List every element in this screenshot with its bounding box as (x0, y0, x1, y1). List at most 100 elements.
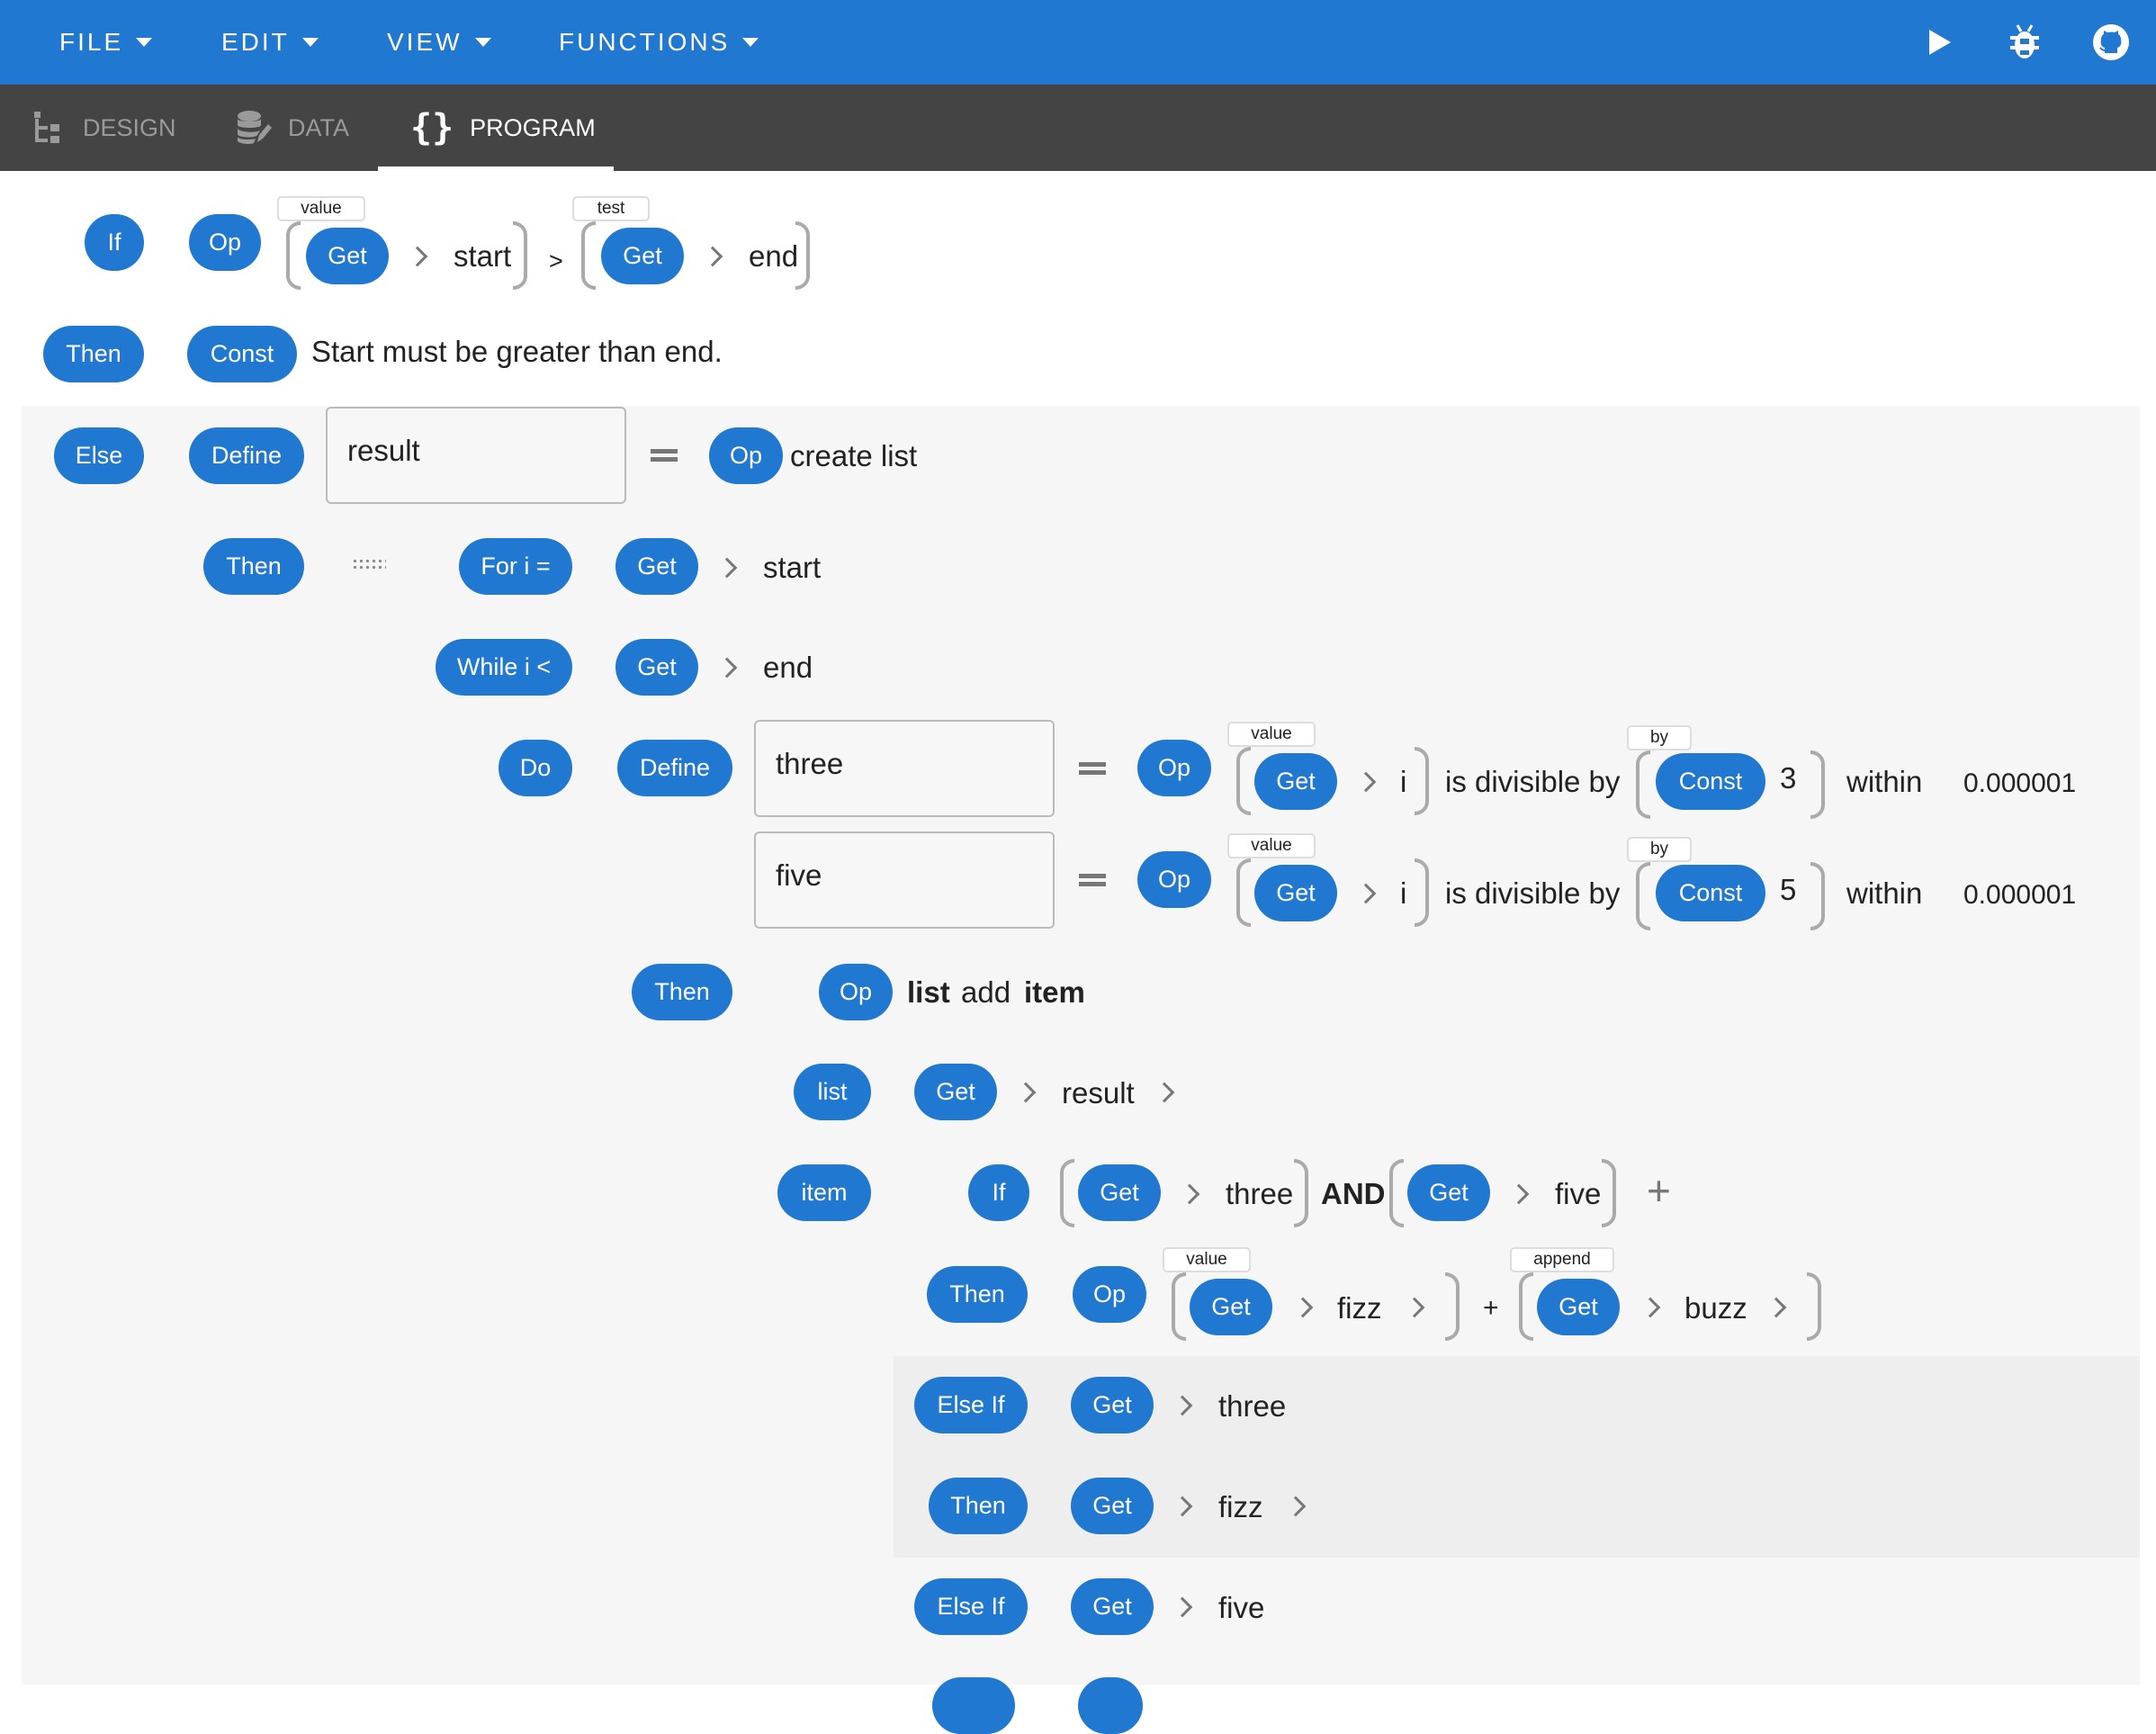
debug-button[interactable] (2003, 21, 2046, 64)
op-text[interactable]: create list (790, 438, 917, 474)
chevron-right-icon[interactable] (1359, 884, 1371, 903)
tab-program[interactable]: {} PROGRAM (410, 85, 596, 171)
drag-handle-icon[interactable] (352, 558, 386, 571)
then-keyword[interactable]: Then (929, 1478, 1028, 1534)
const-text[interactable]: Start must be greater than end. (311, 334, 723, 370)
op-text[interactable]: is divisible by (1445, 764, 1620, 800)
then-keyword-partial[interactable] (932, 1677, 1015, 1734)
define-block[interactable]: Define (617, 740, 732, 796)
op-block[interactable]: Op (819, 964, 893, 1020)
else-if-keyword[interactable]: Else If (914, 1377, 1028, 1433)
chevron-right-icon[interactable] (1359, 772, 1371, 792)
chevron-right-icon[interactable] (1157, 1083, 1170, 1102)
const-value[interactable]: 3 (1780, 760, 1796, 796)
chevron-right-icon[interactable] (720, 558, 732, 578)
variable-name[interactable]: fizz (1218, 1489, 1263, 1525)
chevron-right-icon[interactable] (705, 247, 718, 266)
variable-name[interactable]: end (763, 650, 813, 686)
run-button[interactable] (1918, 21, 1962, 64)
chevron-right-icon[interactable] (1182, 1184, 1195, 1204)
and-operator[interactable]: AND (1321, 1176, 1386, 1212)
github-button[interactable] (2089, 21, 2133, 64)
get-block[interactable]: Get (1078, 1164, 1161, 1221)
const-block[interactable]: Const (1656, 865, 1765, 921)
define-block[interactable]: Define (189, 427, 304, 484)
get-block[interactable]: Get (1537, 1279, 1620, 1335)
menu-file[interactable]: FILE (59, 0, 153, 85)
variable-name[interactable]: result (1062, 1075, 1135, 1111)
get-block[interactable]: Get (1071, 1578, 1154, 1635)
variable-name[interactable]: three (1218, 1388, 1286, 1424)
get-block[interactable]: Get (1254, 865, 1337, 921)
chevron-right-icon[interactable] (1289, 1496, 1301, 1516)
do-keyword[interactable]: Do (499, 740, 572, 796)
chevron-right-icon[interactable] (1643, 1298, 1656, 1317)
menu-edit[interactable]: EDIT (221, 0, 319, 85)
chevron-right-icon[interactable] (720, 658, 732, 678)
menu-functions[interactable]: FUNCTIONS (559, 0, 759, 85)
op-block[interactable]: Op (1073, 1266, 1146, 1323)
variable-name[interactable]: three (1226, 1176, 1293, 1212)
variable-name-input[interactable]: five (754, 831, 1055, 929)
variable-name[interactable]: start (454, 238, 511, 274)
tab-design[interactable]: DESIGN (32, 85, 176, 171)
get-block[interactable]: Get (1071, 1478, 1154, 1534)
variable-name[interactable]: fizz (1337, 1290, 1382, 1326)
variable-name-input[interactable]: three (754, 720, 1055, 817)
get-block-partial[interactable] (1078, 1677, 1143, 1734)
then-keyword[interactable]: Then (203, 538, 304, 595)
operator[interactable]: > (549, 243, 563, 279)
tolerance-value[interactable]: 0.000001 (1963, 766, 2076, 802)
list-param[interactable]: list (794, 1064, 871, 1120)
variable-name[interactable]: i (1400, 764, 1406, 800)
op-block[interactable]: Op (1137, 740, 1211, 796)
get-block[interactable]: Get (615, 538, 698, 595)
chevron-right-icon[interactable] (1512, 1184, 1524, 1204)
chevron-right-icon[interactable] (1769, 1298, 1782, 1317)
op-name[interactable]: add (961, 975, 1011, 1011)
item-param[interactable]: item (777, 1164, 871, 1221)
then-keyword[interactable]: Then (43, 326, 144, 382)
get-block[interactable]: Get (914, 1064, 997, 1120)
get-block[interactable]: Get (1190, 1279, 1272, 1335)
chevron-right-icon[interactable] (1296, 1298, 1308, 1317)
get-block[interactable]: Get (1407, 1164, 1490, 1221)
get-block[interactable]: Get (1254, 753, 1337, 810)
chevron-right-icon[interactable] (1175, 1396, 1188, 1415)
variable-name[interactable]: i (1400, 876, 1406, 912)
variable-name[interactable]: buzz (1684, 1290, 1747, 1326)
const-block[interactable]: Const (1656, 753, 1765, 810)
op-block[interactable]: Op (709, 427, 783, 484)
get-block[interactable]: Get (615, 639, 698, 696)
while-keyword[interactable]: While i < (436, 639, 572, 696)
if-keyword[interactable]: If (85, 214, 144, 271)
then-keyword[interactable]: Then (927, 1266, 1028, 1323)
for-keyword[interactable]: For i = (459, 538, 572, 595)
else-keyword[interactable]: Else (54, 427, 144, 484)
variable-name[interactable]: five (1218, 1590, 1264, 1626)
variable-name-input[interactable]: result (326, 407, 626, 504)
const-value[interactable]: 5 (1780, 872, 1796, 908)
get-block[interactable]: Get (1071, 1377, 1154, 1433)
if-keyword[interactable]: If (968, 1164, 1029, 1221)
tab-data[interactable]: DATA (236, 85, 349, 171)
add-condition-button[interactable]: + (1647, 1166, 1671, 1215)
chevron-right-icon[interactable] (1407, 1298, 1420, 1317)
menu-view[interactable]: VIEW (387, 0, 491, 85)
variable-name[interactable]: five (1555, 1176, 1601, 1212)
chevron-right-icon[interactable] (1019, 1083, 1031, 1102)
plus-operator[interactable]: + (1483, 1290, 1499, 1326)
variable-name[interactable]: start (763, 550, 821, 586)
then-keyword[interactable]: Then (632, 964, 732, 1020)
else-if-keyword[interactable]: Else If (914, 1578, 1028, 1635)
chevron-right-icon[interactable] (1175, 1496, 1188, 1516)
chevron-right-icon[interactable] (410, 247, 423, 266)
get-block[interactable]: Get (601, 228, 684, 284)
op-block[interactable]: Op (1137, 851, 1211, 908)
const-block[interactable]: Const (187, 326, 297, 382)
op-text[interactable]: is divisible by (1445, 876, 1620, 912)
op-block[interactable]: Op (189, 214, 261, 271)
chevron-right-icon[interactable] (1175, 1597, 1188, 1617)
tolerance-value[interactable]: 0.000001 (1963, 877, 2076, 913)
get-block[interactable]: Get (306, 228, 389, 284)
